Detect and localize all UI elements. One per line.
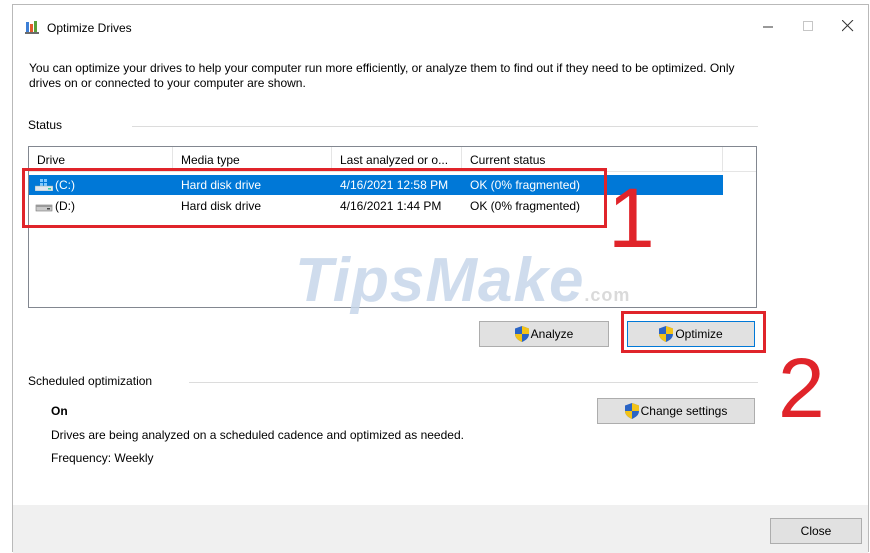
annotation-highlight-drives bbox=[22, 168, 607, 228]
status-divider bbox=[132, 126, 758, 127]
annotation-number-1: 1 bbox=[608, 171, 655, 265]
annotation-number-2: 2 bbox=[778, 341, 825, 435]
watermark-brand: TipsMake bbox=[295, 246, 585, 315]
scheduled-group-label: Scheduled optimization bbox=[28, 374, 153, 388]
uac-shield-icon bbox=[514, 326, 529, 342]
analyze-label: Analyze bbox=[530, 327, 574, 341]
change-settings-label: Change settings bbox=[640, 404, 728, 418]
title-bar: Optimize Drives bbox=[13, 5, 868, 41]
status-group-label: Status bbox=[28, 118, 63, 132]
optimize-drives-window: Optimize Drives You can optimize your dr… bbox=[12, 4, 869, 553]
dialog-footer: Close bbox=[13, 505, 868, 553]
close-button[interactable]: Close bbox=[770, 518, 862, 544]
analyze-button[interactable]: Analyze bbox=[479, 321, 609, 347]
close-window-button[interactable] bbox=[828, 13, 868, 39]
uac-shield-icon bbox=[624, 403, 639, 419]
annotation-highlight-optimize bbox=[621, 311, 766, 353]
scheduled-divider bbox=[189, 382, 758, 383]
maximize-icon bbox=[802, 20, 813, 31]
change-settings-button[interactable]: Change settings bbox=[597, 398, 755, 424]
watermark-suffix: .com bbox=[584, 285, 631, 305]
optimize-drives-app-icon bbox=[25, 21, 39, 34]
window-description: You can optimize your drives to help you… bbox=[29, 61, 735, 90]
watermark: TipsMake.com bbox=[295, 245, 630, 316]
minimize-button[interactable] bbox=[748, 13, 788, 39]
close-icon bbox=[842, 20, 854, 32]
schedule-details: Drives are being analyzed on a scheduled… bbox=[51, 428, 464, 442]
maximize-button[interactable] bbox=[788, 13, 828, 39]
schedule-state: On bbox=[51, 404, 68, 418]
minimize-icon bbox=[762, 26, 773, 27]
window-title: Optimize Drives bbox=[47, 21, 132, 35]
close-label: Close bbox=[800, 524, 832, 538]
schedule-frequency: Frequency: Weekly bbox=[51, 451, 154, 465]
